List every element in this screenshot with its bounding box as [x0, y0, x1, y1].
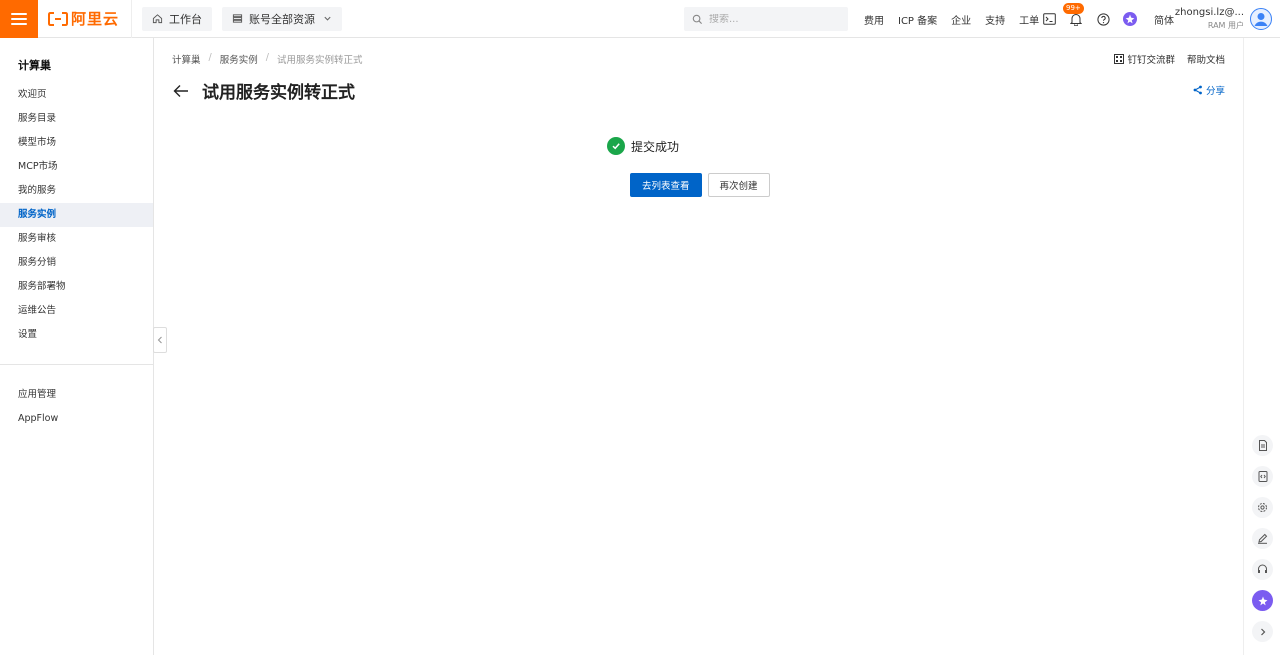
- page-title: 试用服务实例转正式: [202, 83, 355, 103]
- search-box[interactable]: [684, 7, 848, 31]
- menu-toggle-button[interactable]: [0, 0, 38, 38]
- notification-badge: 99+: [1063, 3, 1084, 14]
- top-link-tickets[interactable]: 工单: [1019, 12, 1039, 27]
- breadcrumb-item-service-instances[interactable]: 服务实例: [220, 52, 258, 66]
- breadcrumb: 计算巢 / 服务实例 / 试用服务实例转正式: [172, 52, 362, 66]
- sidebar-item-app-management[interactable]: 应用管理: [0, 383, 153, 407]
- page-header: 试用服务实例转正式: [172, 78, 355, 103]
- user-name: zhongsi.lz@...: [1174, 7, 1244, 18]
- sidebar-item-settings[interactable]: 设置: [0, 323, 153, 347]
- workbench-label: 工作台: [169, 12, 203, 26]
- top-icon-group: 99+ 简体: [1042, 0, 1174, 38]
- result-actions: 去列表查看 再次创建: [630, 173, 770, 197]
- view-list-button[interactable]: 去列表查看: [630, 173, 702, 197]
- top-navigation-bar: 阿里云 工作台 账号全部资源 费用 ICP 备案 企业 支持 工单: [0, 0, 1280, 38]
- share-icon: [1193, 85, 1202, 95]
- dingtalk-group-link[interactable]: 钉钉交流群: [1114, 52, 1175, 66]
- sidebar-item-ops-announcements[interactable]: 运维公告: [0, 299, 153, 323]
- ai-assistant-rail-icon[interactable]: [1252, 590, 1273, 611]
- notification-bell-icon[interactable]: 99+: [1063, 3, 1084, 26]
- sidebar-divider: [0, 364, 153, 365]
- code-file-icon[interactable]: [1252, 466, 1273, 487]
- chevron-right-icon[interactable]: [1252, 621, 1273, 642]
- share-button[interactable]: 分享: [1193, 83, 1225, 97]
- sidebar-item-service-review[interactable]: 服务审核: [0, 227, 153, 251]
- settings-gear-icon[interactable]: [1252, 497, 1273, 518]
- sidebar-item-service-instances[interactable]: 服务实例: [0, 203, 153, 227]
- resources-dropdown[interactable]: 账号全部资源: [222, 6, 343, 31]
- workbench-button[interactable]: 工作台: [142, 6, 213, 31]
- stack-icon: [232, 13, 243, 24]
- dingtalk-group-label: 钉钉交流群: [1127, 55, 1175, 66]
- user-info[interactable]: zhongsi.lz@... RAM 用户: [1175, 6, 1244, 32]
- result-status-text: 提交成功: [631, 139, 680, 154]
- sidebar-item-service-distribution[interactable]: 服务分销: [0, 251, 153, 275]
- sidebar-title: 计算巢: [18, 59, 51, 72]
- top-link-support[interactable]: 支持: [985, 12, 1005, 27]
- resources-label: 账号全部资源: [249, 12, 316, 26]
- document-icon[interactable]: [1252, 435, 1273, 456]
- aliyun-mark-icon: [48, 11, 68, 26]
- headset-support-icon[interactable]: [1252, 559, 1273, 580]
- user-role: RAM 用户: [1207, 21, 1244, 30]
- user-avatar-icon: [1250, 8, 1272, 30]
- sidebar-item-deployment-artifacts[interactable]: 服务部署物: [0, 275, 153, 299]
- right-tool-rail: [1243, 38, 1280, 655]
- qrcode-icon: [1114, 54, 1125, 64]
- sidebar: 计算巢 欢迎页 服务目录 模型市场 MCP市场 我的服务 服务实例 服务审核 服…: [0, 38, 154, 655]
- top-link-billing[interactable]: 费用: [864, 12, 884, 27]
- edit-pen-icon[interactable]: [1252, 528, 1273, 549]
- search-icon: [692, 14, 703, 25]
- avatar[interactable]: [1250, 8, 1272, 30]
- hamburger-icon: [11, 12, 27, 25]
- breadcrumb-separator: /: [265, 52, 269, 63]
- breadcrumb-separator: /: [208, 52, 212, 63]
- top-links: 费用 ICP 备案 企业 支持 工单: [864, 0, 1053, 38]
- top-link-enterprise[interactable]: 企业: [951, 12, 971, 27]
- help-docs-link[interactable]: 帮助文档: [1187, 52, 1225, 66]
- aliyun-logo[interactable]: 阿里云: [38, 0, 133, 38]
- home-icon: [152, 13, 163, 24]
- sidebar-item-appflow[interactable]: AppFlow: [0, 407, 153, 431]
- create-again-button[interactable]: 再次创建: [707, 173, 770, 197]
- sidebar-item-mcp-market[interactable]: MCP市场: [0, 155, 153, 179]
- header-links: 钉钉交流群 帮助文档: [1102, 52, 1225, 66]
- breadcrumb-item-current: 试用服务实例转正式: [276, 55, 363, 66]
- ai-assistant-icon[interactable]: [1123, 12, 1137, 26]
- sidebar-item-welcome[interactable]: 欢迎页: [0, 83, 153, 107]
- result-status: 提交成功: [607, 137, 679, 155]
- search-input[interactable]: [709, 13, 839, 25]
- sidebar-item-service-catalog[interactable]: 服务目录: [0, 107, 153, 131]
- terminal-icon[interactable]: [1042, 12, 1056, 26]
- main-content: 计算巢 / 服务实例 / 试用服务实例转正式 钉钉交流群 帮助文档 试用服务实例…: [155, 38, 1243, 655]
- sidebar-item-my-services[interactable]: 我的服务: [0, 179, 153, 203]
- top-link-icp[interactable]: ICP 备案: [898, 12, 937, 27]
- success-check-icon: [607, 137, 625, 155]
- sidebar-item-model-market[interactable]: 模型市场: [0, 131, 153, 155]
- help-icon[interactable]: [1096, 12, 1110, 26]
- breadcrumb-item-compute-nest[interactable]: 计算巢: [172, 52, 201, 66]
- logo-text: 阿里云: [71, 10, 120, 28]
- chevron-down-icon: [323, 14, 332, 23]
- language-switch[interactable]: 简体: [1154, 12, 1174, 27]
- share-label: 分享: [1205, 86, 1225, 97]
- back-arrow-icon[interactable]: [172, 82, 190, 100]
